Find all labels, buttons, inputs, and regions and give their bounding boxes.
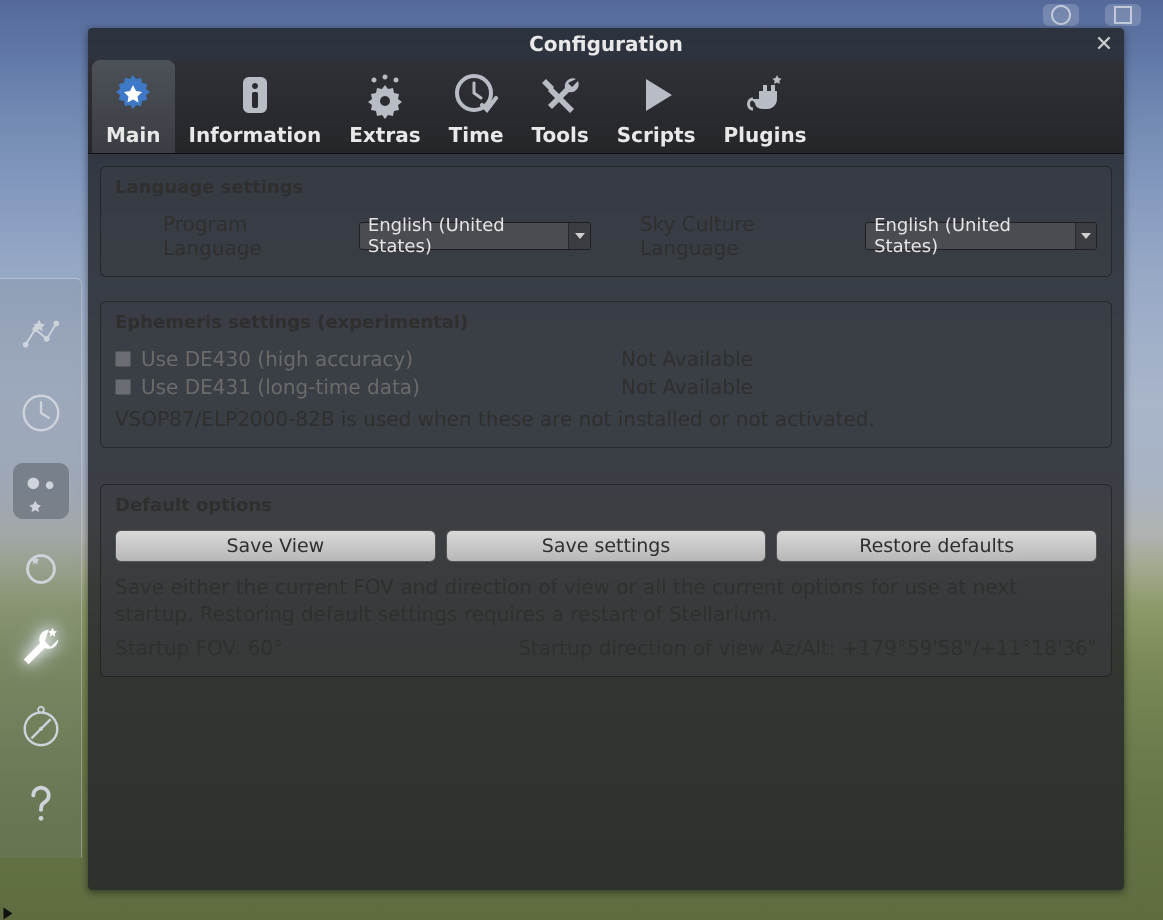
gear-star-icon: [109, 71, 157, 119]
select-value: English (United States): [874, 215, 1075, 257]
program-language-label: Program Language: [163, 212, 347, 260]
configuration-dialog: Configuration ✕ Main Information Extras …: [88, 28, 1124, 890]
sky-culture-language-select[interactable]: English (United States): [865, 222, 1097, 250]
chevron-down-icon: [568, 223, 589, 249]
corner-expand-icon[interactable]: [4, 908, 13, 920]
target-icon: [18, 546, 64, 592]
dialog-content: Language settings Program Language Engli…: [88, 154, 1124, 890]
select-value: English (United States): [368, 215, 569, 257]
defaults-description: Save either the current FOV and directio…: [115, 574, 1097, 628]
clock-check-icon: [452, 71, 500, 119]
group-title: Language settings: [115, 177, 1097, 198]
de431-checkbox[interactable]: [115, 379, 131, 395]
tab-scripts[interactable]: Scripts: [603, 60, 710, 153]
startup-fov: Startup FOV: 60°: [115, 636, 283, 660]
dialog-title: Configuration: [529, 32, 683, 56]
de431-status: Not Available: [621, 375, 753, 399]
language-settings-group: Language settings Program Language Engli…: [100, 166, 1112, 277]
play-icon: [632, 71, 680, 119]
tab-label: Extras: [349, 123, 420, 147]
info-icon: [231, 71, 279, 119]
tab-label: Tools: [532, 123, 589, 147]
left-toolbar: [0, 278, 82, 858]
dialog-titlebar[interactable]: Configuration ✕: [88, 28, 1124, 60]
default-options-group: Default options Save View Save settings …: [100, 484, 1112, 677]
ephemeris-note: VSOP87/ELP2000-82B is used when these ar…: [115, 407, 1097, 431]
de430-status: Not Available: [621, 347, 753, 371]
ephemeris-settings-group: Ephemeris settings (experimental) Use DE…: [100, 301, 1112, 448]
tab-label: Information: [189, 123, 322, 147]
program-language-select[interactable]: English (United States): [359, 222, 591, 250]
tab-label: Plugins: [724, 123, 807, 147]
chevron-down-icon: [1075, 223, 1096, 249]
save-settings-button[interactable]: Save settings: [446, 530, 767, 562]
window-control-circle[interactable]: [1043, 4, 1079, 26]
startup-direction: Startup direction of view Az/Alt: +179°5…: [518, 636, 1097, 660]
tab-label: Time: [449, 123, 504, 147]
sky-objects-icon: [18, 468, 64, 514]
wrench-hammer-icon: [536, 71, 584, 119]
close-button[interactable]: ✕: [1092, 32, 1116, 56]
sidebar-item-constellations[interactable]: [13, 307, 69, 363]
tab-main[interactable]: Main: [92, 60, 175, 153]
sidebar-item-config[interactable]: [13, 619, 69, 675]
tab-information[interactable]: Information: [175, 60, 336, 153]
sidebar-item-astro-calc[interactable]: [13, 697, 69, 753]
group-title: Default options: [115, 495, 1097, 516]
de430-checkbox[interactable]: [115, 351, 131, 367]
help-icon: [18, 780, 64, 826]
tab-label: Scripts: [617, 123, 696, 147]
de430-label: Use DE430 (high accuracy): [141, 347, 611, 371]
tab-plugins[interactable]: Plugins: [710, 60, 821, 153]
sky-culture-language-label: Sky Culture Language: [640, 212, 853, 260]
window-controls: [1031, 0, 1163, 26]
tab-bar: Main Information Extras Time Tools Scrip…: [88, 60, 1124, 154]
compass-icon: [18, 702, 64, 748]
save-view-button[interactable]: Save View: [115, 530, 436, 562]
gear-stars-icon: [361, 71, 409, 119]
window-control-square[interactable]: [1105, 4, 1141, 26]
wrench-star-icon: [18, 624, 64, 670]
sidebar-item-help[interactable]: [13, 775, 69, 831]
tab-time[interactable]: Time: [435, 60, 518, 153]
sidebar-item-search[interactable]: [13, 541, 69, 597]
sidebar-item-time[interactable]: [13, 385, 69, 441]
de431-label: Use DE431 (long-time data): [141, 375, 611, 399]
tab-extras[interactable]: Extras: [335, 60, 434, 153]
plug-star-icon: [741, 71, 789, 119]
tab-label: Main: [106, 123, 161, 147]
tab-tools[interactable]: Tools: [518, 60, 603, 153]
close-icon: ✕: [1095, 32, 1113, 57]
constellation-icon: [18, 312, 64, 358]
sidebar-item-sky-view[interactable]: [13, 463, 69, 519]
clock-icon: [18, 390, 64, 436]
group-title: Ephemeris settings (experimental): [115, 312, 1097, 333]
restore-defaults-button[interactable]: Restore defaults: [776, 530, 1097, 562]
